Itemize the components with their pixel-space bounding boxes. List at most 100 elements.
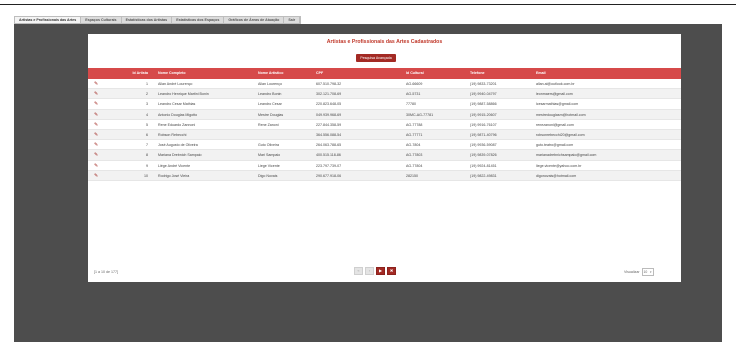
cell-cpf: 264.063.788-65: [316, 143, 342, 148]
cell-cpf: 607.510.798-32: [316, 82, 342, 86]
pencil-icon[interactable]: ✎: [94, 173, 98, 179]
cell-nome-artistico: Leandro Bonin: [258, 92, 282, 97]
cell-telefone: (19) 9940-04797: [470, 92, 497, 97]
cell-id: 1: [146, 82, 148, 86]
cell-nome-artistico: Allan Lourenço: [258, 82, 282, 86]
cell-email: mestredouglasm@hotmail.com: [536, 112, 586, 117]
tab-estat-espacos[interactable]: Estatísticas dos Espaços: [172, 17, 225, 23]
cell-id: 3: [146, 102, 148, 107]
tab-sair[interactable]: Sair: [284, 17, 301, 23]
view-label: Visualizar: [624, 270, 640, 274]
cell-cpf: 364.556.088-54: [316, 132, 342, 137]
cell-id: 10: [144, 173, 148, 178]
artists-table: Id Artista Nome Completo Nome Artístico …: [88, 68, 681, 181]
cell-telefone: (19) 9915-20607: [470, 112, 497, 117]
cell-telefone: (19) 9924-81451: [470, 163, 497, 168]
cell-id-cultural: 30MC-AG-77781: [406, 112, 434, 117]
cell-id-cultural: 77780: [406, 102, 416, 107]
pencil-icon[interactable]: ✎: [94, 142, 98, 148]
cell-telefone: (19) 9936-59087: [470, 143, 497, 148]
table-row[interactable]: ✎ 4 Antonio Douglas Migotto Mestre Douglas 0…: [88, 109, 681, 120]
table-row[interactable]: ✎ 2 Leandro Henrique Martini Bonin Leandro …: [88, 89, 681, 100]
cell-id-cultural: AG-77788: [406, 122, 423, 127]
cell-id: 2: [146, 92, 148, 97]
pagination: « ‹ ▶ ✖: [354, 267, 396, 275]
table-row[interactable]: ✎ 1 Allan André Lourenço Allan Lourenço 607.…: [88, 79, 681, 90]
pencil-icon[interactable]: ✎: [94, 101, 98, 107]
table-row[interactable]: ✎ 10 Rodrigo José Vieira Digo Novais 290.677…: [88, 170, 681, 181]
cell-nome-artistico: Mestre Douglas: [258, 112, 284, 117]
tab-estat-artistas[interactable]: Estatísticas dos Artistas: [122, 17, 173, 23]
table-row[interactable]: ✎ 3 Leandro Cesar Mathias Leandro Cesar 220.…: [88, 99, 681, 110]
cell-cpf: 400.515.118-86: [316, 153, 341, 158]
cell-id-cultural: AG-66609: [406, 82, 423, 86]
cell-id: 8: [146, 153, 148, 158]
col-nome-artistico[interactable]: Nome Artístico: [258, 71, 283, 75]
advanced-search-button[interactable]: Pesquisa Avançada: [356, 54, 396, 62]
cell-nome: Mariana Drebnich Sampaio: [158, 153, 202, 158]
cell-nome: Leandro Cesar Mathias: [158, 102, 196, 107]
page-size-control: Visualizar 10 ▾: [624, 268, 654, 276]
cell-id: 5: [146, 122, 148, 127]
cell-id: 9: [146, 163, 148, 168]
cell-cpf: 049.939.968-69: [316, 112, 342, 117]
tab-graficos[interactable]: Gráficos de Áreas de Atuação: [224, 17, 285, 23]
cell-email: marianadrebnichsampaio@gmail.com: [536, 153, 597, 158]
prev-page-icon[interactable]: ‹: [365, 267, 374, 275]
table-header: Id Artista Nome Completo Nome Artístico …: [88, 68, 681, 79]
cell-email: lcesarmathias@gmail.com: [536, 102, 579, 107]
first-page-icon[interactable]: «: [354, 267, 363, 275]
cell-id-cultural: 282150: [406, 173, 418, 178]
table-row[interactable]: ✎ 5 Rene Eduardo Zannoni Rene Zanoni 227.844…: [88, 120, 681, 130]
cell-cpf: 290.677.918-06: [316, 173, 342, 178]
cell-id: 6: [146, 132, 148, 137]
col-id[interactable]: Id Artista: [130, 71, 148, 75]
cell-nome: Robson Rebecchi: [158, 132, 187, 137]
pencil-icon[interactable]: ✎: [94, 122, 98, 128]
table-row[interactable]: ✎ 8 Mariana Drebnich Sampaio Mari Sampaio 40…: [88, 150, 681, 161]
cell-nome: Rodrigo José Vieira: [158, 173, 190, 178]
cell-cpf: 227.844.358-59: [316, 122, 342, 127]
cell-id-cultural: AG-7804: [406, 143, 421, 148]
tab-espacos[interactable]: Espaços Culturais: [81, 17, 122, 23]
cell-nome: Rene Eduardo Zannoni: [158, 122, 196, 127]
cell-id-cultural: AG-77803: [406, 153, 423, 158]
cell-nome: Antonio Douglas Migotto: [158, 112, 198, 117]
table-row[interactable]: ✎ 7 José Augusto de Oliveira Guto Oliveira 2…: [88, 140, 681, 151]
col-email[interactable]: Email: [536, 71, 546, 75]
table-row[interactable]: ✎ 6 Robson Rebecchi 364.556.088-54 AG-77771 (…: [88, 129, 681, 141]
pencil-icon[interactable]: ✎: [94, 132, 98, 138]
tab-artistas[interactable]: Artistas e Profissionais das Artes: [15, 17, 82, 23]
cell-nome-artistico: Liege Vicente: [258, 163, 280, 168]
cell-id-cultural: AG-77804: [406, 163, 423, 168]
record-count: [1 a 10 de 177]: [94, 270, 118, 274]
col-telefone[interactable]: Telefone: [470, 71, 485, 75]
cell-telefone: (19) 9887-58866: [470, 102, 497, 107]
cell-id-cultural: AG-77771: [406, 132, 423, 137]
main-tab-bar: Artistas e Profissionais das Artes Espaç…: [14, 16, 302, 24]
pencil-icon[interactable]: ✎: [94, 152, 98, 158]
table-body: ✎ 1 Allan André Lourenço Allan Lourenço 607.…: [88, 79, 681, 181]
col-cpf[interactable]: CPF: [316, 71, 323, 75]
cell-email: digonovais@hotmail.com: [536, 173, 577, 178]
last-page-icon[interactable]: ✖: [387, 267, 396, 275]
page-size-value: 10: [643, 270, 648, 274]
table-row[interactable]: ✎ 9 Liége André Vicente Liege Vicente 223.79…: [88, 161, 681, 171]
cell-telefone: (19) 9916-76107: [470, 122, 497, 127]
pencil-icon[interactable]: ✎: [94, 81, 98, 87]
cell-cpf: 220.823.648-05: [316, 102, 342, 107]
pencil-icon[interactable]: ✎: [94, 163, 98, 169]
cell-email: guto.teatro@gmail.com: [536, 143, 574, 148]
top-rule: [0, 4, 736, 5]
pencil-icon[interactable]: ✎: [94, 112, 98, 118]
col-nome[interactable]: Nome Completo: [158, 71, 186, 75]
page-size-select[interactable]: 10 ▾: [641, 268, 654, 276]
cell-telefone: (19) 9833-73201: [470, 82, 497, 86]
next-page-icon[interactable]: ▶: [376, 267, 385, 275]
cell-email: leonmaers@gmail.com: [536, 92, 573, 97]
cell-nome-artistico: Leandro Cesar: [258, 102, 282, 107]
cell-nome-artistico: Guto Oliveira: [258, 143, 279, 148]
col-id-cultural[interactable]: Id Cultural: [406, 71, 424, 75]
pencil-icon[interactable]: ✎: [94, 91, 98, 97]
top-bar: [0, 0, 736, 8]
